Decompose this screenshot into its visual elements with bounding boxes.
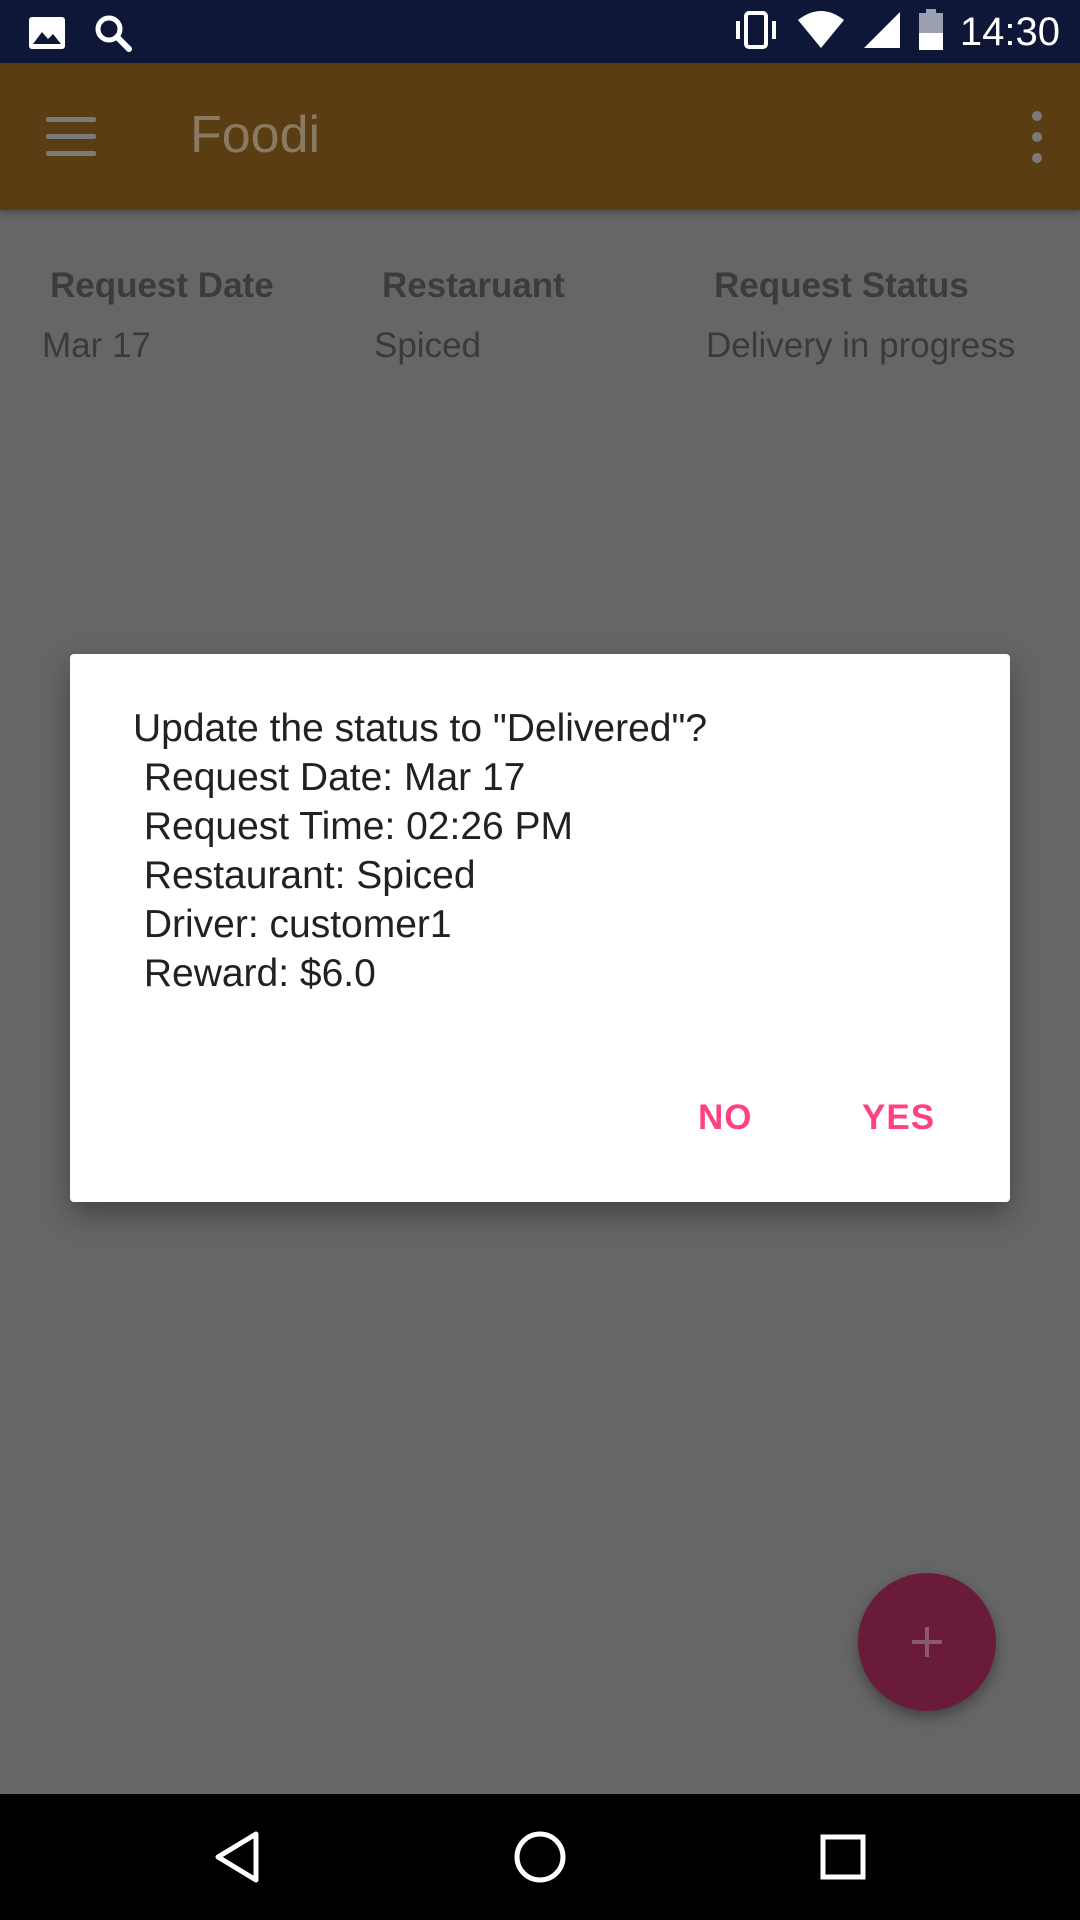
- menu-icon[interactable]: [46, 117, 98, 157]
- screen: 14:30 Foodi Request Date Restaruant Requ…: [0, 0, 1080, 1920]
- status-time: 14:30: [959, 10, 1060, 54]
- add-fab-button[interactable]: [858, 1573, 996, 1711]
- header-request-status: Request Status: [714, 266, 969, 305]
- recents-icon[interactable]: [810, 1824, 876, 1890]
- wifi-icon: [796, 10, 846, 55]
- app-title: Foodi: [190, 106, 321, 164]
- dialog-request-time: Request Time: 02:26 PM: [133, 805, 574, 848]
- app-bar: Foodi: [0, 63, 1080, 210]
- dialog-restaurant: Restaurant: Spiced: [133, 854, 476, 897]
- dialog-message: Update the status to "Delivered"? Reques…: [133, 704, 953, 998]
- nav-bar: [0, 1794, 1080, 1920]
- more-vert-icon[interactable]: [1022, 109, 1052, 165]
- row-request-status[interactable]: Delivery in progress: [706, 322, 1015, 370]
- dialog-request-date: Request Date: Mar 17: [133, 756, 526, 799]
- search-icon: [94, 14, 132, 57]
- signal-icon: [862, 10, 902, 55]
- no-button[interactable]: NO: [688, 1094, 763, 1142]
- dialog-reward: Reward: $6.0: [133, 952, 376, 995]
- header-request-date: Request Date: [50, 266, 274, 305]
- image-icon: [28, 16, 66, 55]
- back-icon[interactable]: [204, 1824, 270, 1890]
- dialog-driver: Driver: customer1: [133, 903, 452, 946]
- confirm-dialog: Update the status to "Delivered"? Reques…: [70, 654, 1010, 1202]
- header-restaurant: Restaruant: [382, 266, 565, 305]
- row-request-date[interactable]: Mar 17: [42, 322, 151, 370]
- yes-button[interactable]: YES: [852, 1094, 945, 1142]
- dialog-question: Update the status to "Delivered"?: [133, 707, 708, 750]
- battery-icon: [918, 8, 944, 56]
- status-bar: 14:30: [0, 0, 1080, 63]
- vibrate-icon: [732, 10, 780, 55]
- row-restaurant[interactable]: Spiced: [374, 322, 481, 370]
- home-icon[interactable]: [507, 1824, 573, 1890]
